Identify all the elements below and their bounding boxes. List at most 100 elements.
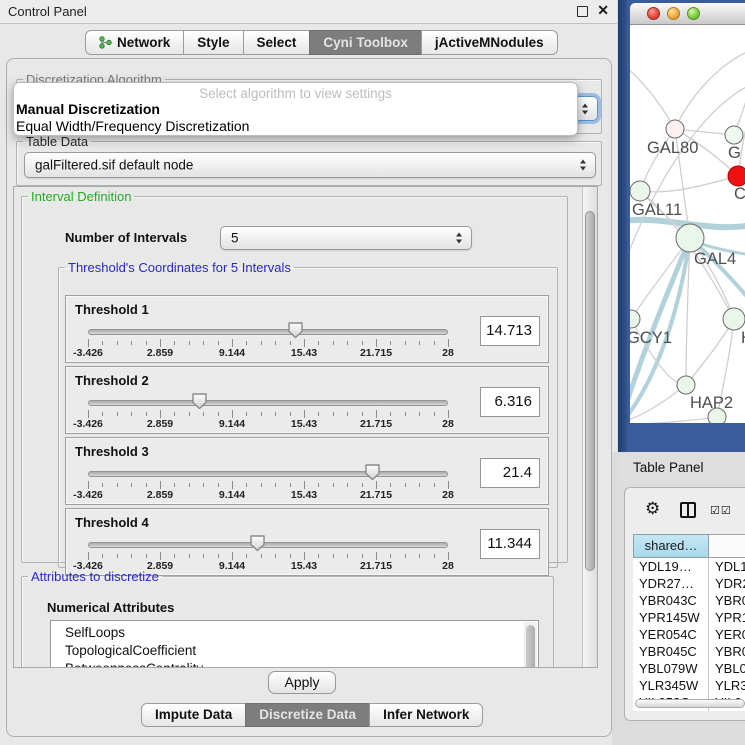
tick-label: 21.715: [360, 489, 392, 501]
float-window-icon[interactable]: [577, 6, 588, 17]
cell-name[interactable]: YPR1: [709, 609, 745, 626]
threshold-value-field[interactable]: 21.4: [480, 458, 540, 488]
tab-jactivemnodules[interactable]: jActiveMNodules: [421, 30, 558, 55]
cell-name[interactable]: YBL0: [709, 660, 745, 677]
network-window-titlebar[interactable]: [630, 3, 745, 25]
node-table: shared… n YDL19…YDL1YDR27…YDR2YBR043CYBR…: [633, 534, 745, 711]
network-edge[interactable]: [686, 319, 734, 385]
cell-shared-name[interactable]: YDL19…: [633, 558, 709, 575]
network-node-c[interactable]: [728, 166, 745, 186]
tick-label: 9.144: [219, 489, 245, 501]
tab-select[interactable]: Select: [243, 30, 311, 55]
table-row[interactable]: YLR345WYLR3: [633, 677, 745, 694]
table-hscrollbar-thumb[interactable]: [635, 699, 745, 708]
slider-handle[interactable]: [191, 392, 208, 410]
table-row[interactable]: YPR145WYPR1: [633, 609, 745, 626]
network-node-gal11[interactable]: [630, 181, 650, 201]
tab-discretize-data[interactable]: Discretize Data: [245, 703, 370, 727]
apply-button[interactable]: Apply: [268, 671, 336, 694]
cell-name[interactable]: YBR0: [709, 592, 745, 609]
zoom-traffic-light[interactable]: [687, 7, 700, 20]
slider-track[interactable]: [88, 400, 448, 406]
tab-infer-network[interactable]: Infer Network: [369, 703, 483, 727]
cell-shared-name[interactable]: YBR045C: [633, 643, 709, 660]
network-edge[interactable]: [640, 176, 738, 192]
threshold-value-field[interactable]: 11.344: [480, 529, 540, 559]
tick-label: -3.426: [73, 489, 103, 501]
cell-shared-name[interactable]: YPR145W: [633, 609, 709, 626]
split-columns-icon[interactable]: [680, 502, 696, 518]
threshold-panel-3: Threshold 3-3.4262.8599.14415.4321.71528…: [65, 437, 549, 505]
network-node-g[interactable]: [725, 126, 743, 144]
table-header-row: shared… n: [633, 534, 745, 558]
network-node-hap2[interactable]: [677, 376, 695, 394]
threshold-value-field[interactable]: 6.316: [480, 387, 540, 417]
threshold-panel-1: Threshold 1-3.4262.8599.14415.4321.71528…: [65, 295, 549, 363]
cell-shared-name[interactable]: YER054C: [633, 626, 709, 643]
cell-name[interactable]: YLR3: [709, 677, 745, 694]
popup-option-equal-width-frequency[interactable]: Equal Width/Frequency Discretization: [14, 118, 577, 135]
attribute-item-topologicalcoefficient[interactable]: TopologicalCoefficient: [51, 642, 538, 660]
close-traffic-light[interactable]: [647, 7, 660, 20]
table-row[interactable]: YDR27…YDR2: [633, 575, 745, 592]
column-header-shared-name[interactable]: shared…: [633, 534, 709, 558]
network-node-gal80[interactable]: [666, 120, 684, 138]
node-label: GAL4: [694, 250, 736, 268]
network-node[interactable]: [708, 408, 726, 423]
network-canvas[interactable]: GAL80GCGAL11GAL4GCY1HHAP2: [630, 25, 745, 423]
table-row[interactable]: YDL19…YDL1: [633, 558, 745, 575]
list-scrollbar-thumb[interactable]: [526, 625, 535, 668]
tab-style[interactable]: Style: [183, 30, 243, 55]
cell-name[interactable]: YER0: [709, 626, 745, 643]
popup-option-manual-discretization[interactable]: Manual Discretization: [14, 101, 577, 118]
attribute-item-selfloops[interactable]: SelfLoops: [51, 621, 538, 642]
network-edge[interactable]: [675, 53, 745, 129]
attribute-item-betweennesscentrality[interactable]: BetweennessCentrality: [51, 660, 538, 668]
cell-name[interactable]: YDL1: [709, 558, 745, 575]
table-data-group-title: Table Data: [23, 134, 91, 149]
cell-name[interactable]: YDR2: [709, 575, 745, 592]
cell-name[interactable]: YBR0: [709, 643, 745, 660]
select-columns-icon[interactable]: ☑☑: [710, 504, 732, 517]
close-icon[interactable]: ✕: [597, 2, 609, 19]
threshold-value-field[interactable]: 14.713: [480, 316, 540, 346]
table-data-combo-value: galFiltered.sif default node: [35, 158, 193, 173]
settings-viewport: Interval Definition Number of Intervals …: [13, 186, 598, 668]
network-view-window: GAL80GCGAL11GAL4GCY1HHAP2: [618, 0, 745, 452]
tab-cyni-toolbox[interactable]: Cyni Toolbox: [309, 30, 422, 55]
network-edge[interactable]: [630, 60, 675, 129]
table-data-combo[interactable]: galFiltered.sif default node: [24, 152, 596, 178]
tick-label: -3.426: [73, 347, 103, 359]
settings-scrollbar-thumb[interactable]: [585, 211, 595, 571]
cell-shared-name[interactable]: YBL079W: [633, 660, 709, 677]
slider-track[interactable]: [88, 471, 448, 477]
network-node-gal4[interactable]: [676, 224, 704, 252]
threshold-panel-4: Threshold 4-3.4262.8599.14415.4321.71528…: [65, 508, 549, 576]
tab-label: Discretize Data: [259, 707, 356, 722]
cell-shared-name[interactable]: YDR27…: [633, 575, 709, 592]
number-of-intervals-combo[interactable]: 5: [220, 226, 472, 250]
table-row[interactable]: YBL079WYBL0: [633, 660, 745, 677]
table-row[interactable]: YBR043CYBR0: [633, 592, 745, 609]
slider-track[interactable]: [88, 542, 448, 548]
slider-track[interactable]: [88, 329, 448, 335]
column-header-name[interactable]: n: [709, 534, 745, 558]
network-node-h[interactable]: [723, 308, 745, 330]
tick-label: 21.715: [360, 347, 392, 359]
tab-network[interactable]: Network: [85, 30, 184, 55]
minimize-traffic-light[interactable]: [667, 7, 680, 20]
table-row[interactable]: YER054CYER0: [633, 626, 745, 643]
tab-impute-data[interactable]: Impute Data: [141, 703, 246, 727]
gear-icon[interactable]: ⚙: [645, 499, 660, 519]
cell-shared-name[interactable]: YBR043C: [633, 592, 709, 609]
cell-shared-name[interactable]: YLR345W: [633, 677, 709, 694]
slider-handle[interactable]: [287, 321, 304, 339]
network-node-gcy1[interactable]: [630, 310, 640, 328]
table-row[interactable]: YBR045CYBR0: [633, 643, 745, 660]
network-edge[interactable]: [640, 417, 717, 423]
slider-handle[interactable]: [364, 463, 381, 481]
node-label: GCY1: [630, 329, 672, 347]
tick-label: 15.43: [291, 418, 317, 430]
slider-handle[interactable]: [249, 534, 266, 552]
node-label: GAL11: [632, 201, 682, 219]
